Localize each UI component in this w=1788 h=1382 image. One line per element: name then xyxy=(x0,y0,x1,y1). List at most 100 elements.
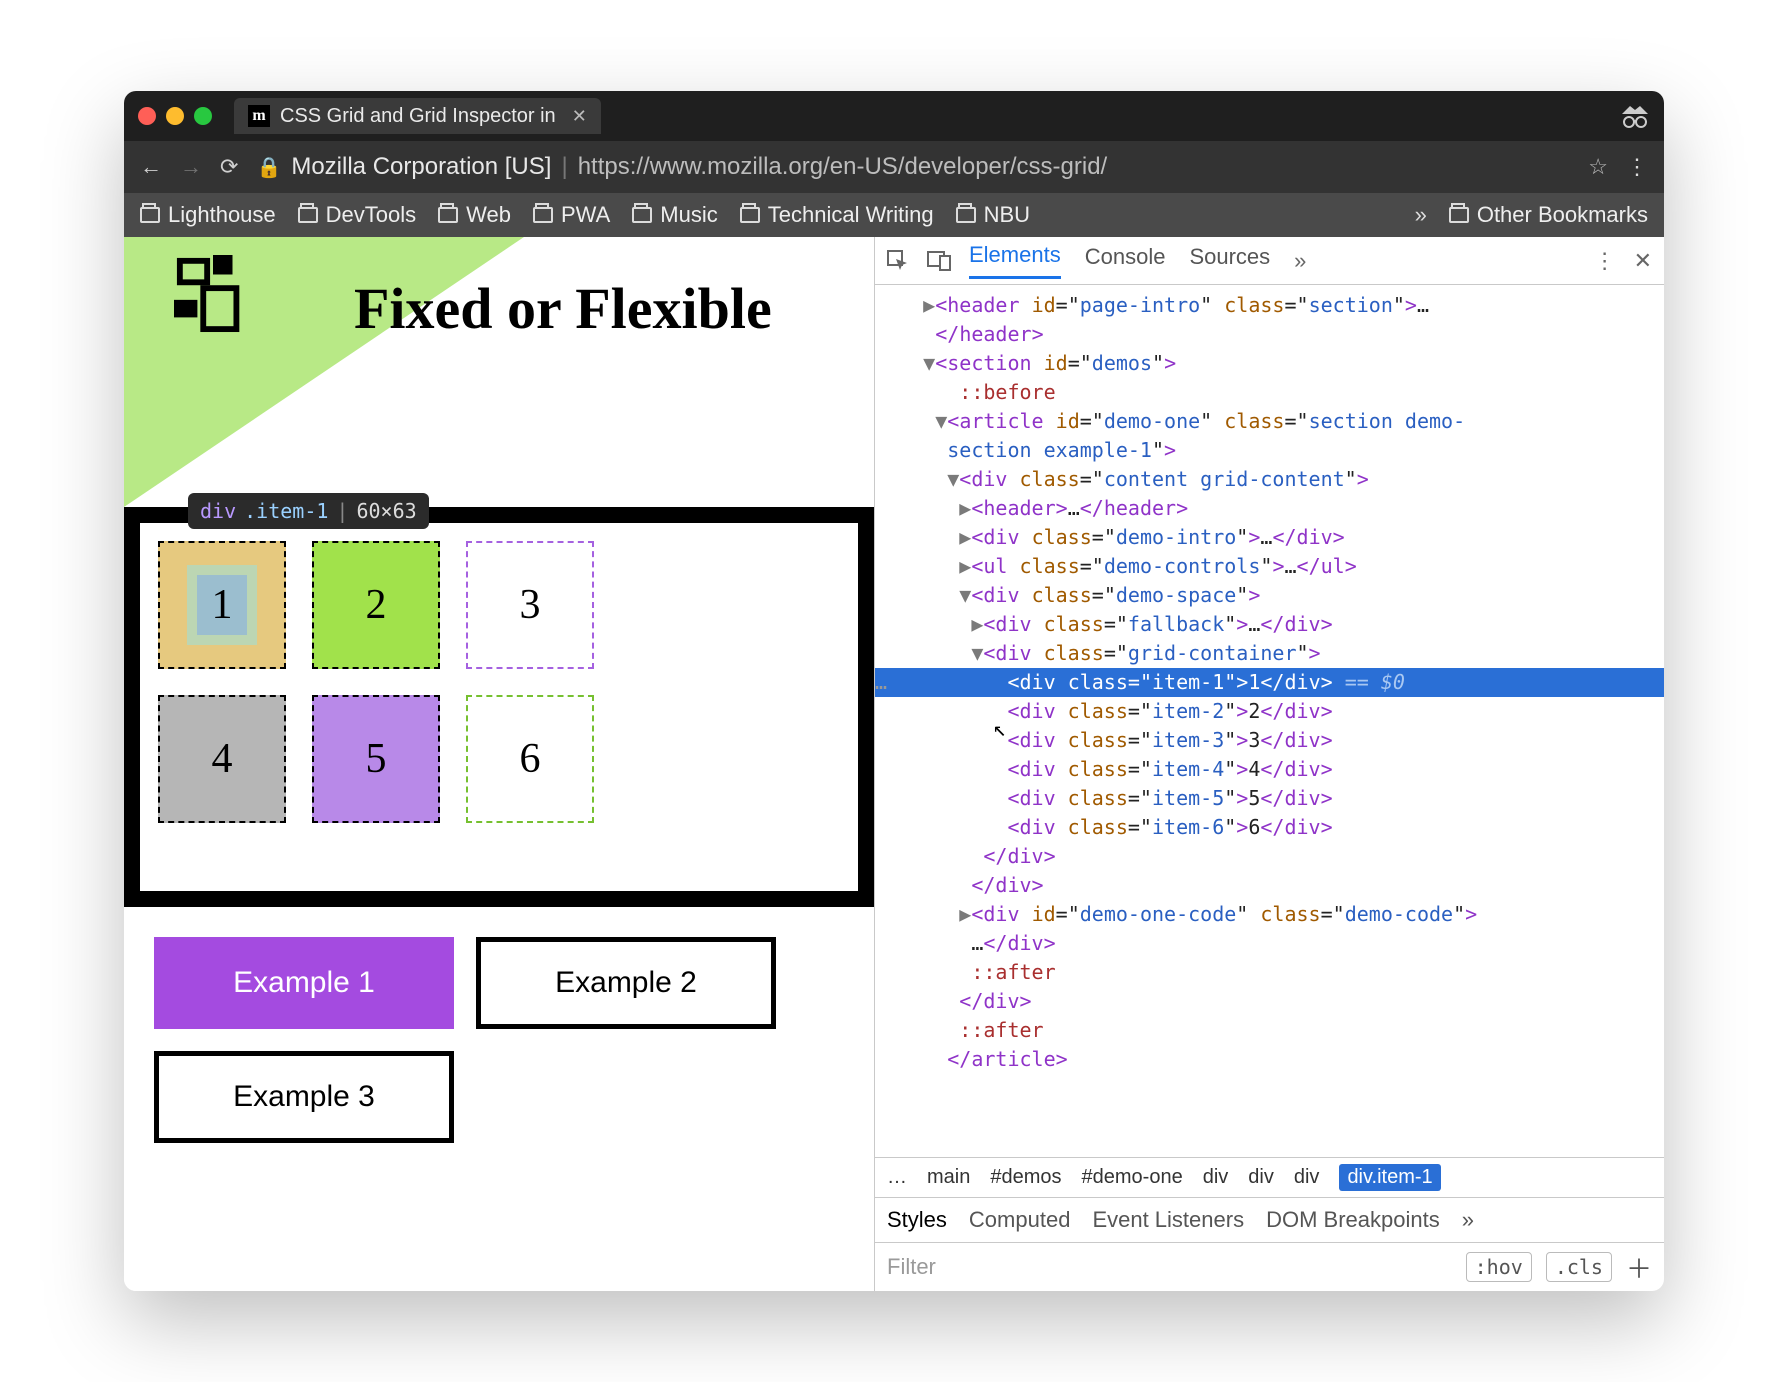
bookmark-folder[interactable]: DevTools xyxy=(298,202,416,228)
bookmark-label: DevTools xyxy=(326,202,416,228)
url-host: Mozilla Corporation [US] xyxy=(291,153,551,181)
dom-node-row[interactable]: ▼<div class="grid-container"> xyxy=(875,639,1664,668)
folder-icon xyxy=(438,207,458,223)
dom-node-row[interactable]: ▼<article id="demo-one" class="section d… xyxy=(875,407,1664,436)
window-close-button[interactable] xyxy=(138,107,156,125)
address-bar[interactable]: 🔒 Mozilla Corporation [US] | https://www… xyxy=(256,153,1570,181)
grid-item-1[interactable]: 1 xyxy=(158,541,286,669)
styles-tab-dom-breakpoints[interactable]: DOM Breakpoints xyxy=(1266,1207,1440,1233)
styles-tabs-overflow-icon[interactable]: » xyxy=(1462,1207,1474,1233)
bookmark-star-icon[interactable]: ☆ xyxy=(1588,154,1608,180)
dom-node-row[interactable]: <div class="item-3">3</div> xyxy=(875,726,1664,755)
grid-item-5[interactable]: 5 xyxy=(312,695,440,823)
dom-node-row[interactable]: <div class="item-4">4</div> xyxy=(875,755,1664,784)
browser-menu-icon[interactable]: ⋮ xyxy=(1626,154,1648,180)
styles-filter-input[interactable]: Filter xyxy=(887,1254,936,1280)
other-bookmarks-button[interactable]: Other Bookmarks xyxy=(1449,202,1648,228)
dom-node-row[interactable]: </div> xyxy=(875,842,1664,871)
dom-node-row[interactable]: </div> xyxy=(875,987,1664,1016)
page-heading: Fixed or Flexible xyxy=(354,277,772,341)
dom-node-row[interactable]: …</div> xyxy=(875,929,1664,958)
bookmark-folder[interactable]: Technical Writing xyxy=(740,202,934,228)
tooltip-dimensions: 60×63 xyxy=(356,499,416,523)
grid-item-3[interactable]: 3 xyxy=(466,541,594,669)
breadcrumb-item-selected[interactable]: div.item-1 xyxy=(1339,1164,1440,1191)
dom-node-row[interactable]: ▶<div id="demo-one-code" class="demo-cod… xyxy=(875,900,1664,929)
breadcrumb-item[interactable]: div xyxy=(1248,1166,1274,1189)
dom-node-row[interactable]: ▼<div class="content grid-content"> xyxy=(875,465,1664,494)
devtools-panel: Elements Console Sources » ⋮ ✕ ↖ ▶<heade… xyxy=(874,237,1664,1291)
tab-close-icon[interactable]: ✕ xyxy=(572,106,587,127)
bookmark-folder[interactable]: Web xyxy=(438,202,511,228)
devtools-toolbar: Elements Console Sources » ⋮ ✕ xyxy=(875,237,1664,285)
inspect-element-icon[interactable] xyxy=(887,250,909,272)
grid-demo-frame: div.item-1 | 60×63 1 2 3 4 5 6 xyxy=(124,507,874,907)
bookmark-label: Web xyxy=(466,202,511,228)
dom-node-row[interactable]: <div class="item-5">5</div> xyxy=(875,784,1664,813)
bookmark-folder[interactable]: Lighthouse xyxy=(140,202,276,228)
dom-node-row[interactable]: </header> xyxy=(875,320,1664,349)
folder-icon xyxy=(140,207,160,223)
dom-node-row[interactable]: </div> xyxy=(875,871,1664,900)
hov-toggle-button[interactable]: :hov xyxy=(1466,1252,1532,1282)
grid-item-6[interactable]: 6 xyxy=(466,695,594,823)
window-zoom-button[interactable] xyxy=(194,107,212,125)
dom-node-row[interactable]: ▼<div class="demo-space"> xyxy=(875,581,1664,610)
folder-icon xyxy=(1449,207,1469,223)
grid-item-2[interactable]: 2 xyxy=(312,541,440,669)
window-minimize-button[interactable] xyxy=(166,107,184,125)
dom-node-row[interactable]: ▶<header id="page-intro" class="section"… xyxy=(875,291,1664,320)
devtools-menu-icon[interactable]: ⋮ xyxy=(1594,248,1616,274)
breadcrumb-item[interactable]: div xyxy=(1203,1166,1229,1189)
devtools-tab-elements[interactable]: Elements xyxy=(969,242,1061,279)
dom-node-row[interactable]: section example-1"> xyxy=(875,436,1664,465)
devtools-tab-console[interactable]: Console xyxy=(1085,244,1166,278)
dom-node-row[interactable]: <div class="item-6">6</div> xyxy=(875,813,1664,842)
dom-node-row[interactable]: ▶<ul class="demo-controls">…</ul> xyxy=(875,552,1664,581)
dom-node-row[interactable]: ▶<div class="fallback">…</div> xyxy=(875,610,1664,639)
devtools-close-icon[interactable]: ✕ xyxy=(1634,248,1652,274)
breadcrumb-item[interactable]: div xyxy=(1294,1166,1320,1189)
breadcrumb-item[interactable]: … xyxy=(887,1166,907,1189)
breadcrumb-item[interactable]: #demos xyxy=(990,1166,1061,1189)
dom-node-row[interactable]: </article> xyxy=(875,1045,1664,1074)
other-bookmarks-label: Other Bookmarks xyxy=(1477,202,1648,228)
grid-container: 1 2 3 4 5 6 xyxy=(158,541,840,823)
cls-toggle-button[interactable]: .cls xyxy=(1546,1252,1612,1282)
devtools-tabs-overflow-icon[interactable]: » xyxy=(1294,248,1306,274)
forward-button[interactable]: → xyxy=(180,154,202,180)
bookmark-folder[interactable]: NBU xyxy=(956,202,1030,228)
dom-node-row[interactable]: <div class="item-2">2</div> xyxy=(875,697,1664,726)
example-1-button[interactable]: Example 1 xyxy=(154,937,454,1029)
breadcrumb-item[interactable]: main xyxy=(927,1166,970,1189)
bookmark-folder[interactable]: PWA xyxy=(533,202,610,228)
breadcrumb-item[interactable]: #demo-one xyxy=(1082,1166,1183,1189)
dom-node-row[interactable]: ::before xyxy=(875,378,1664,407)
grid-item-4[interactable]: 4 xyxy=(158,695,286,823)
bookmark-label: Music xyxy=(660,202,717,228)
styles-tab-event-listeners[interactable]: Event Listeners xyxy=(1092,1207,1244,1233)
reload-button[interactable]: ⟳ xyxy=(220,154,238,180)
bookmarks-overflow-icon[interactable]: » xyxy=(1415,202,1427,228)
new-style-rule-icon[interactable]: ＋ xyxy=(1626,1249,1652,1286)
back-button[interactable]: ← xyxy=(140,154,162,180)
styles-tab-styles[interactable]: Styles xyxy=(887,1207,947,1233)
dom-node-row[interactable]: ::after xyxy=(875,958,1664,987)
bookmarks-bar: Lighthouse DevTools Web PWA Music Techni… xyxy=(124,193,1664,237)
device-toolbar-icon[interactable] xyxy=(927,251,951,271)
bookmark-folder[interactable]: Music xyxy=(632,202,717,228)
devtools-tab-sources[interactable]: Sources xyxy=(1189,244,1270,278)
example-3-button[interactable]: Example 3 xyxy=(154,1051,454,1143)
dom-breadcrumb: … main #demos #demo-one div div div div.… xyxy=(875,1157,1664,1197)
dom-node-row[interactable]: ▼<section id="demos"> xyxy=(875,349,1664,378)
dom-node-row[interactable]: ▶<div class="demo-intro">…</div> xyxy=(875,523,1664,552)
dom-tree[interactable]: ↖ ▶<header id="page-intro" class="sectio… xyxy=(875,285,1664,1157)
browser-tab[interactable]: m CSS Grid and Grid Inspector in ✕ xyxy=(234,98,601,134)
styles-tab-computed[interactable]: Computed xyxy=(969,1207,1071,1233)
incognito-icon xyxy=(1620,104,1650,128)
dom-node-row[interactable]: ::after xyxy=(875,1016,1664,1045)
dom-node-row[interactable]: … <div class="item-1">1</div> == $0 xyxy=(875,668,1664,697)
dom-node-row[interactable]: ▶<header>…</header> xyxy=(875,494,1664,523)
example-2-button[interactable]: Example 2 xyxy=(476,937,776,1029)
url-path: https://www.mozilla.org/en-US/developer/… xyxy=(578,153,1108,181)
